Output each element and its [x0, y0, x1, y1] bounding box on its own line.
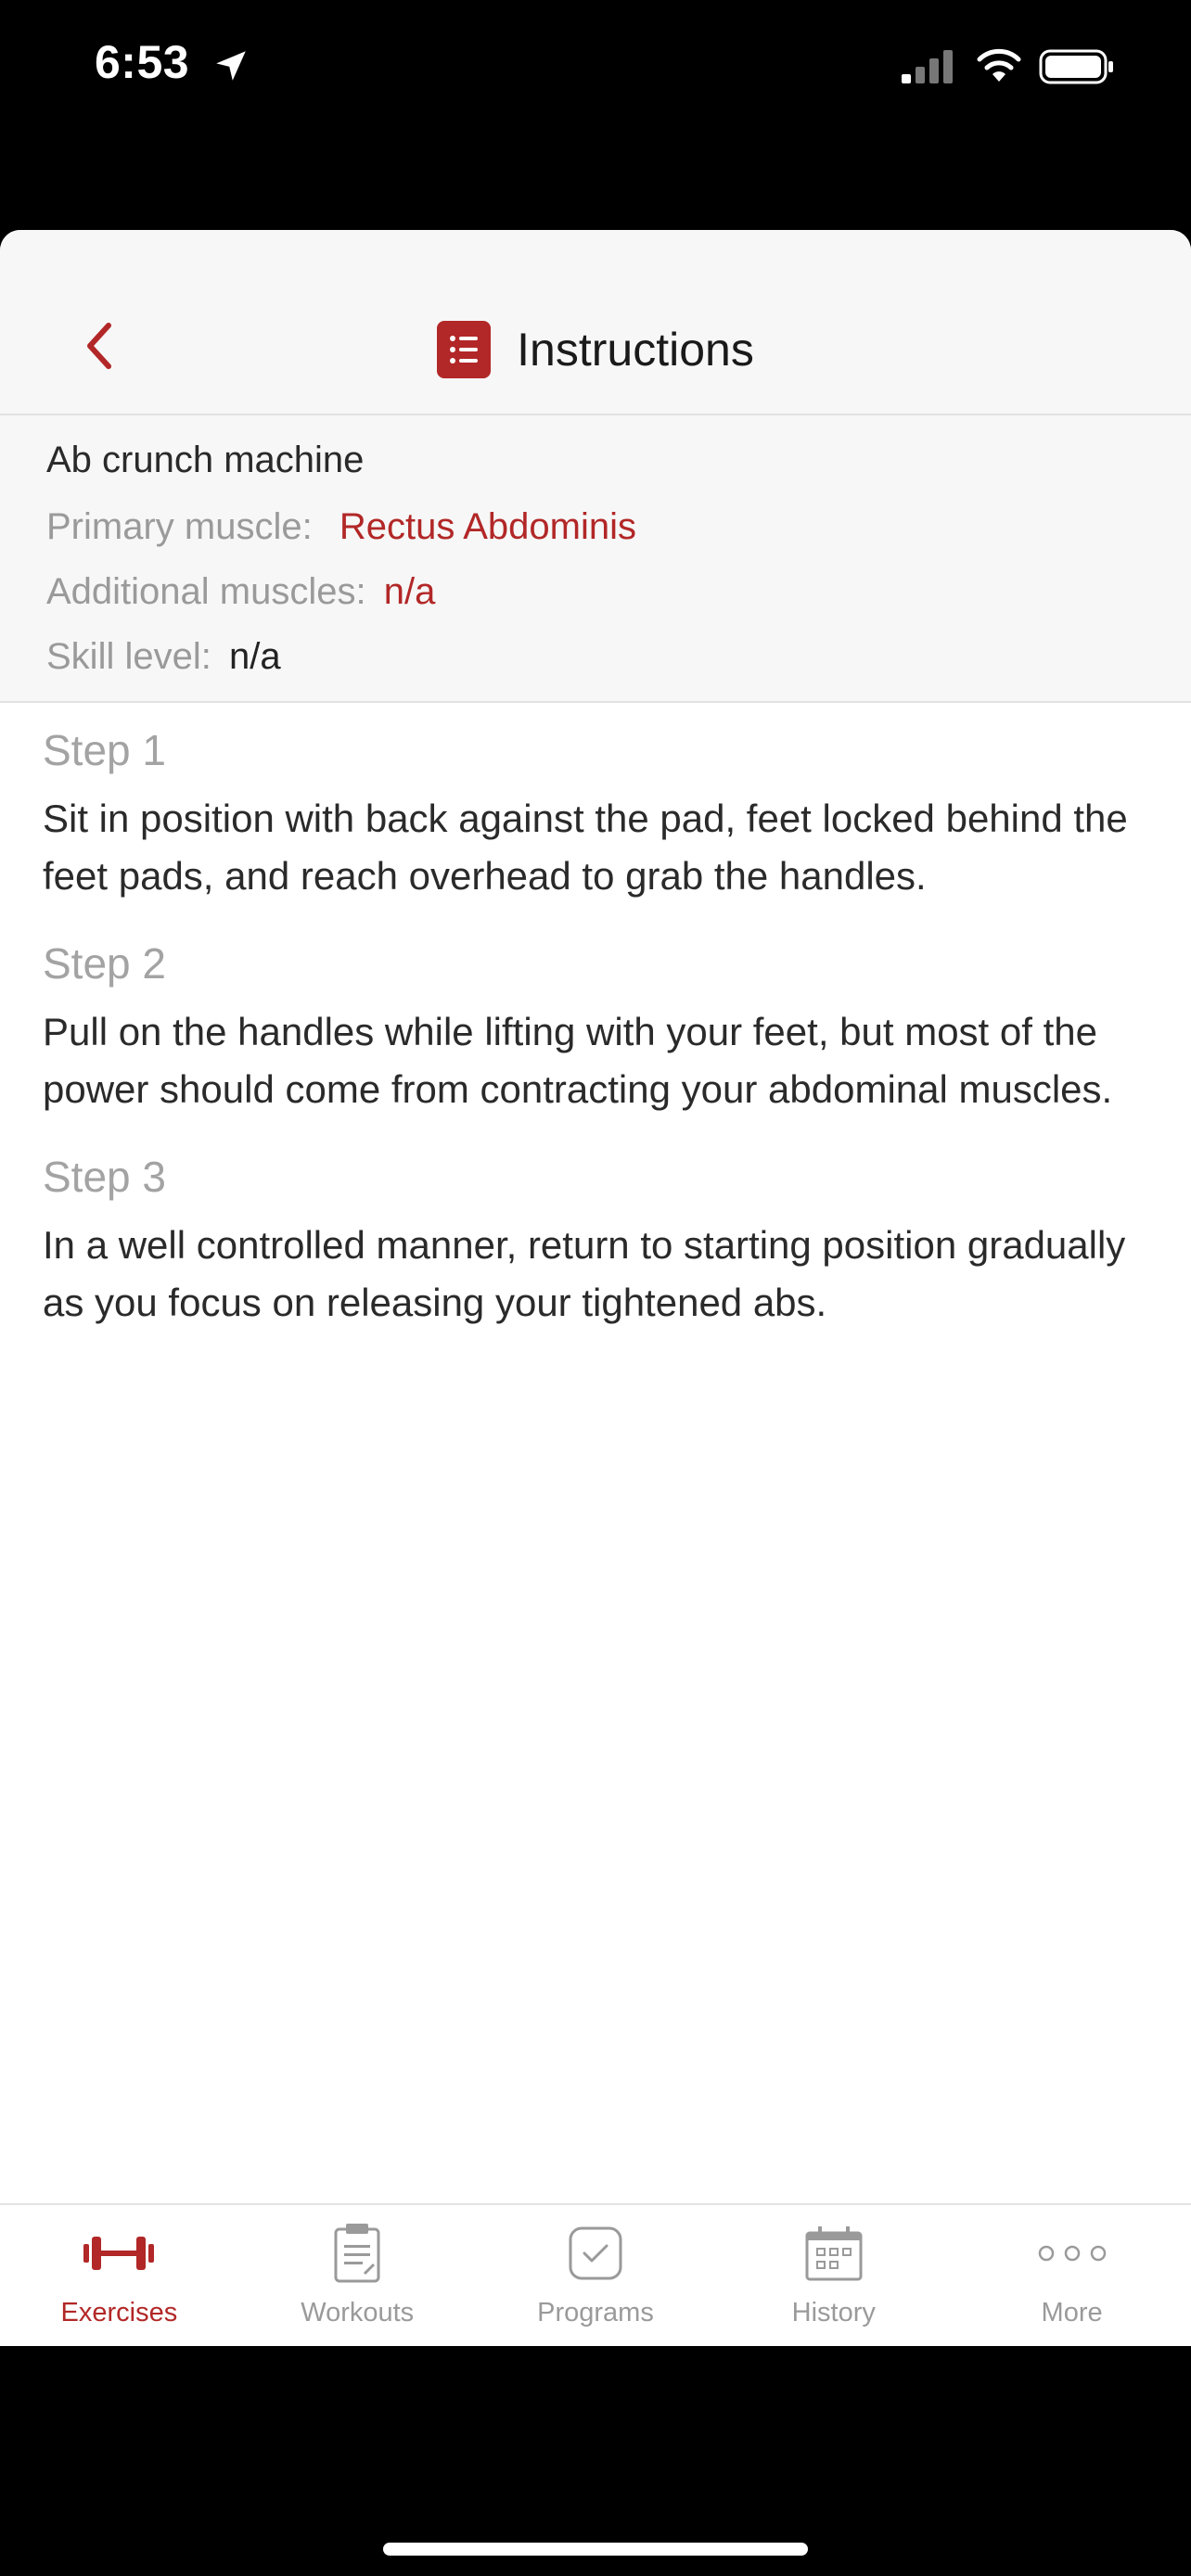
- dumbbell-icon: [82, 2224, 156, 2283]
- wifi-icon: [977, 48, 1021, 82]
- skill-level-label: Skill level:: [46, 636, 211, 677]
- more-dots-icon: [1035, 2224, 1109, 2283]
- tab-label: History: [791, 2298, 876, 2327]
- step-title: Step 1: [43, 726, 166, 774]
- step-title: Step 2: [43, 939, 166, 988]
- instructions-sheet: Instructions Ab crunch machine Primary m…: [0, 230, 1191, 2346]
- tab-workouts[interactable]: Workouts: [238, 2205, 477, 2346]
- tab-label: Exercises: [60, 2298, 178, 2327]
- location-arrow-icon: [216, 51, 246, 81]
- battery-icon: [1039, 49, 1113, 84]
- status-bar: 6:53: [0, 0, 1191, 139]
- tab-label: Programs: [537, 2298, 654, 2327]
- instructions-list-icon: [437, 321, 492, 378]
- page-title: Instructions: [517, 324, 754, 376]
- steps-list: Step 1 Sit in position with back against…: [43, 725, 1156, 1365]
- cellular-signal-icon: [902, 50, 953, 83]
- tab-more[interactable]: More: [953, 2205, 1191, 2346]
- exercise-info: Ab crunch machine Primary muscle: Rectus…: [0, 415, 1191, 703]
- calendar-icon: [797, 2224, 871, 2283]
- skill-level-value: n/a: [228, 636, 281, 677]
- step-text: Pull on the handles while lifting with y…: [43, 1010, 1113, 1111]
- additional-muscles-label: Additional muscles:: [46, 571, 366, 612]
- status-time: 6:53: [95, 36, 190, 88]
- additional-muscles-row: Additional muscles: n/a: [46, 571, 435, 613]
- step-item: Step 2 Pull on the handles while lifting…: [43, 938, 1156, 1118]
- home-indicator: [383, 2543, 808, 2556]
- header: Instructions: [0, 230, 1191, 415]
- exercise-name: Ab crunch machine: [46, 440, 365, 480]
- primary-muscle-link[interactable]: Rectus Abdominis: [339, 506, 636, 547]
- tab-label: Workouts: [301, 2298, 415, 2327]
- primary-muscle-label: Primary muscle:: [46, 506, 313, 547]
- tab-bar: Exercises Workouts Programs History More: [0, 2203, 1191, 2346]
- primary-muscle-row: Primary muscle: Rectus Abdominis: [46, 506, 636, 548]
- tab-history[interactable]: History: [714, 2205, 953, 2346]
- step-text: Sit in position with back against the pa…: [43, 797, 1128, 898]
- step-text: In a well controlled manner, return to s…: [43, 1223, 1126, 1324]
- checkbox-icon: [558, 2224, 633, 2283]
- step-item: Step 3 In a well controlled manner, retu…: [43, 1152, 1156, 1332]
- skill-level-row: Skill level: n/a: [46, 636, 281, 678]
- clipboard-icon: [320, 2224, 394, 2283]
- step-item: Step 1 Sit in position with back against…: [43, 725, 1156, 905]
- header-title-group: Instructions: [0, 321, 1191, 378]
- tab-label: More: [1041, 2298, 1103, 2327]
- step-title: Step 3: [43, 1153, 166, 1201]
- additional-muscles-value: n/a: [383, 571, 436, 612]
- tab-exercises[interactable]: Exercises: [0, 2205, 238, 2346]
- tab-programs[interactable]: Programs: [477, 2205, 715, 2346]
